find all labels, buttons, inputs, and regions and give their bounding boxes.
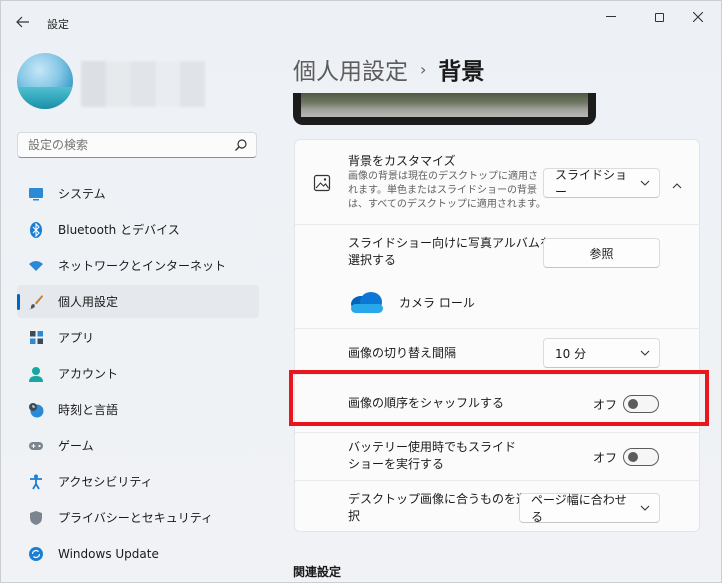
battery-toggle[interactable] <box>623 448 659 466</box>
sidebar-item-accessibility[interactable]: アクセシビリティ <box>17 465 259 498</box>
chevron-up-icon <box>672 183 682 189</box>
sidebar-item-network[interactable]: ネットワークとインターネット <box>17 249 259 282</box>
album-title-2: 選択する <box>348 253 397 267</box>
browse-button[interactable]: 参照 <box>543 238 660 268</box>
customize-background-desc-3: は、すべてのデスクトップに適用されます。 <box>348 199 546 210</box>
clock-globe-icon <box>28 402 44 418</box>
search-box[interactable] <box>17 132 257 158</box>
page-title: 背景 <box>438 59 485 85</box>
bluetooth-icon <box>28 221 44 238</box>
accessibility-icon <box>28 474 44 490</box>
wallpaper-preview-image <box>301 93 588 117</box>
sidebar-item-label: アプリ <box>58 331 95 345</box>
desktop-preview <box>293 93 596 125</box>
sidebar-item-privacy[interactable]: プライバシーとセキュリティ <box>17 501 259 534</box>
interval-dropdown[interactable]: 10 分 <box>543 338 660 368</box>
sidebar-item-label: アクセシビリティ <box>58 475 153 489</box>
background-type-value: スライドショー <box>555 168 628 199</box>
settings-window: 設定 システム Bluetooth とデバイス <box>0 0 722 583</box>
fit-title-1: デスクトップ画像に合うものを選 <box>348 492 529 506</box>
album-row: スライドショー向けに写真アルバムを 選択する 参照 カメラ ロール <box>295 224 699 328</box>
minimize-icon <box>606 16 616 17</box>
battery-title-1: バッテリー使用時でもスライド <box>348 440 517 454</box>
window-title: 設定 <box>47 18 69 31</box>
fit-row: デスクトップ画像に合うものを選 択 ページ幅に合わせる <box>295 480 699 531</box>
interval-row: 画像の切り替え間隔 10 分 <box>295 328 699 374</box>
chevron-down-icon <box>631 180 659 186</box>
account-name-blurred <box>81 61 205 107</box>
person-icon <box>28 366 44 382</box>
interval-value: 10 分 <box>555 346 587 361</box>
sidebar-item-gaming[interactable]: ゲーム <box>17 429 259 462</box>
chevron-down-icon <box>631 350 659 356</box>
sidebar-item-label: プライバシーとセキュリティ <box>58 511 214 525</box>
sidebar-item-bluetooth[interactable]: Bluetooth とデバイス <box>17 213 259 246</box>
arrow-left-icon <box>16 16 29 28</box>
title-bar: 設定 <box>1 1 721 41</box>
customize-background-desc-2: れます。単色またはスライドショーの背景 <box>348 185 537 196</box>
sidebar-item-label: 時刻と言語 <box>58 403 119 417</box>
background-settings-card: 背景をカスタマイズ 画像の背景は現在のデスクトップに適用さ れます。単色またはス… <box>294 139 700 532</box>
toggle-knob <box>628 452 638 462</box>
sidebar-item-windows-update[interactable]: Windows Update <box>17 537 259 570</box>
sidebar-item-label: ネットワークとインターネット <box>58 259 227 273</box>
breadcrumb: 個人用設定 › 背景 <box>293 53 484 85</box>
maximize-button[interactable] <box>637 5 681 29</box>
close-button[interactable] <box>676 5 720 29</box>
breadcrumb-separator: › <box>420 59 427 79</box>
battery-row: バッテリー使用時でもスライド ショーを実行する オフ <box>295 432 699 480</box>
maximize-icon <box>654 12 664 22</box>
customize-background-row: 背景をカスタマイズ 画像の背景は現在のデスクトップに適用さ れます。単色またはス… <box>295 140 699 224</box>
fit-value: ページ幅に合わせる <box>531 493 627 524</box>
fit-dropdown[interactable]: ページ幅に合わせる <box>519 493 660 524</box>
camera-roll-label[interactable]: カメラ ロール <box>399 295 475 312</box>
monitor-icon <box>28 186 44 202</box>
collapse-button[interactable] <box>667 176 687 196</box>
sidebar-item-label: ゲーム <box>58 439 94 453</box>
minimize-button[interactable] <box>589 5 633 29</box>
album-title-1: スライドショー向けに写真アルバムを <box>348 236 552 250</box>
related-settings-heading: 関連設定 <box>293 565 342 579</box>
back-button[interactable] <box>11 10 35 34</box>
customize-background-desc-1: 画像の背景は現在のデスクトップに適用さ <box>348 171 538 182</box>
search-icon[interactable] <box>234 138 248 152</box>
brush-icon <box>28 294 44 310</box>
picture-icon <box>313 174 331 192</box>
breadcrumb-parent[interactable]: 個人用設定 <box>293 52 408 86</box>
annotation-highlight-box <box>289 370 709 426</box>
search-input[interactable] <box>18 133 228 157</box>
sidebar-nav: システム Bluetooth とデバイス ネットワークとインターネット 個人用設… <box>17 177 259 573</box>
gamepad-icon <box>28 438 44 454</box>
sidebar-item-label: アカウント <box>58 367 119 381</box>
sidebar-item-time-language[interactable]: 時刻と言語 <box>17 393 259 426</box>
shield-icon <box>28 510 44 526</box>
sidebar-item-label: 個人用設定 <box>58 295 119 309</box>
battery-title-2: ショーを実行する <box>348 457 445 471</box>
sidebar-item-personalization[interactable]: 個人用設定 <box>17 285 259 318</box>
battery-state-label: オフ <box>593 451 618 465</box>
avatar[interactable] <box>17 53 73 109</box>
sidebar-item-label: Windows Update <box>58 546 159 561</box>
customize-background-title: 背景をカスタマイズ <box>348 154 456 168</box>
update-icon <box>28 546 44 562</box>
chevron-down-icon <box>631 505 659 511</box>
sidebar-item-apps[interactable]: アプリ <box>17 321 259 354</box>
onedrive-icon <box>351 292 383 313</box>
close-icon <box>693 12 703 22</box>
sidebar-item-label: Bluetooth とデバイス <box>58 223 180 237</box>
fit-title-2: 択 <box>348 509 361 523</box>
sidebar-item-system[interactable]: システム <box>17 177 259 210</box>
sidebar-item-label: システム <box>58 187 106 201</box>
sidebar-item-accounts[interactable]: アカウント <box>17 357 259 390</box>
apps-icon <box>28 330 44 346</box>
interval-title: 画像の切り替え間隔 <box>348 346 457 360</box>
background-type-dropdown[interactable]: スライドショー <box>543 168 660 199</box>
wifi-icon <box>28 258 44 274</box>
